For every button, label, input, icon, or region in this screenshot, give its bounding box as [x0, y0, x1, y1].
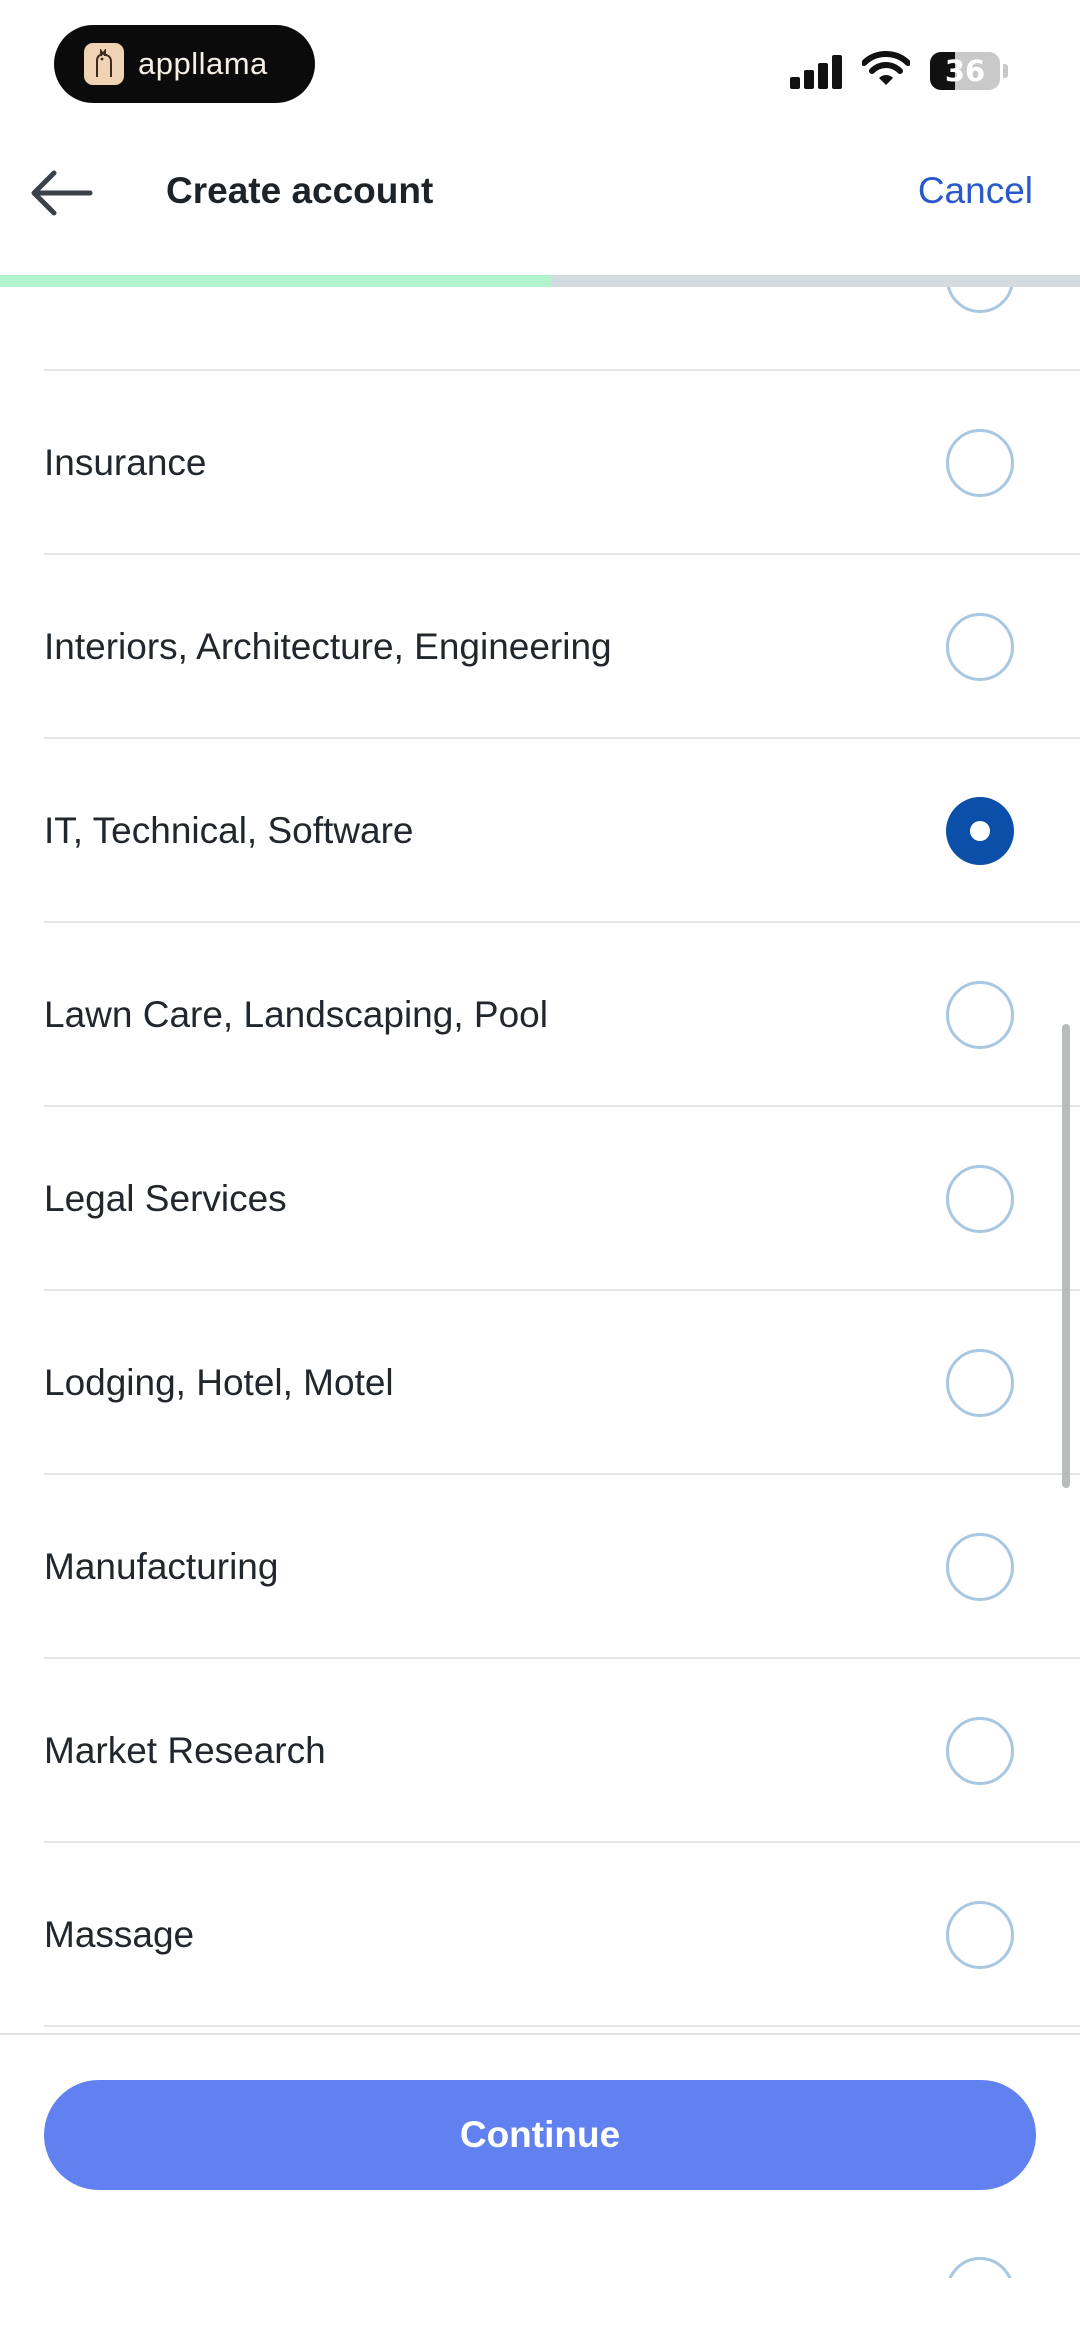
list-item[interactable]: IT, Technical, Software [0, 739, 1080, 923]
radio-button[interactable] [946, 981, 1014, 1049]
cellular-signal-icon [790, 55, 844, 89]
radio-button[interactable] [946, 1165, 1014, 1233]
cancel-button[interactable]: Cancel [918, 170, 1033, 212]
list-item[interactable]: Interiors, Architecture, Engineering [0, 555, 1080, 739]
radio-button[interactable] [946, 287, 1014, 313]
option-label: IT, Technical, Software [44, 810, 414, 851]
radio-button[interactable] [946, 1901, 1014, 1969]
page-title: Create account [166, 170, 434, 211]
create-account-screen: appllama 36 Create account Cancel Insura… [0, 0, 1080, 2336]
battery-icon: 36 [930, 52, 1000, 90]
list-item[interactable] [0, 287, 1080, 371]
list-item[interactable]: Legal Services [0, 1107, 1080, 1291]
wifi-icon [862, 51, 910, 85]
brand-badge: appllama [54, 25, 315, 103]
option-label: Lodging, Hotel, Motel [44, 1362, 394, 1403]
arrow-left-icon [31, 170, 93, 216]
radio-button-selected[interactable] [946, 797, 1014, 865]
option-label: Lawn Care, Landscaping, Pool [44, 994, 548, 1035]
continue-button[interactable]: Continue [44, 2080, 1036, 2190]
llama-logo-icon [84, 43, 124, 85]
list-item[interactable]: Lodging, Hotel, Motel [0, 1291, 1080, 1475]
industry-list[interactable]: Insurance Interiors, Architecture, Engine… [0, 287, 1080, 2033]
battery-cap [1003, 64, 1008, 78]
list-item[interactable]: Manufacturing [0, 1475, 1080, 1659]
footer-mask [0, 2278, 1080, 2336]
option-label: Market Research [44, 1730, 326, 1771]
option-label: Manufacturing [44, 1546, 279, 1587]
progress-bar-fill [0, 275, 551, 287]
radio-button[interactable] [946, 1349, 1014, 1417]
brand-name: appllama [138, 46, 268, 81]
progress-bar [0, 275, 1080, 287]
status-bar: appllama 36 [0, 0, 1080, 130]
radio-button[interactable] [946, 429, 1014, 497]
radio-button[interactable] [946, 613, 1014, 681]
option-label: Massage [44, 1914, 195, 1955]
option-label: Legal Services [44, 1178, 287, 1219]
list-item[interactable]: Insurance [0, 371, 1080, 555]
back-button[interactable] [24, 158, 98, 228]
list-item[interactable]: Massage [0, 1843, 1080, 2027]
battery-level: 36 [944, 54, 986, 88]
radio-button[interactable] [946, 1717, 1014, 1785]
list-item[interactable]: Market Research [0, 1659, 1080, 1843]
radio-button[interactable] [946, 1533, 1014, 1601]
option-label: Interiors, Architecture, Engineering [44, 626, 612, 667]
header: Create account Cancel [0, 130, 1080, 275]
option-label: Insurance [44, 442, 207, 483]
industry-options: Insurance Interiors, Architecture, Engine… [0, 287, 1080, 2027]
divider [44, 2025, 1080, 2027]
footer: Continue [0, 2033, 1080, 2336]
scrollbar[interactable] [1062, 1024, 1070, 1488]
list-item[interactable]: Lawn Care, Landscaping, Pool [0, 923, 1080, 1107]
